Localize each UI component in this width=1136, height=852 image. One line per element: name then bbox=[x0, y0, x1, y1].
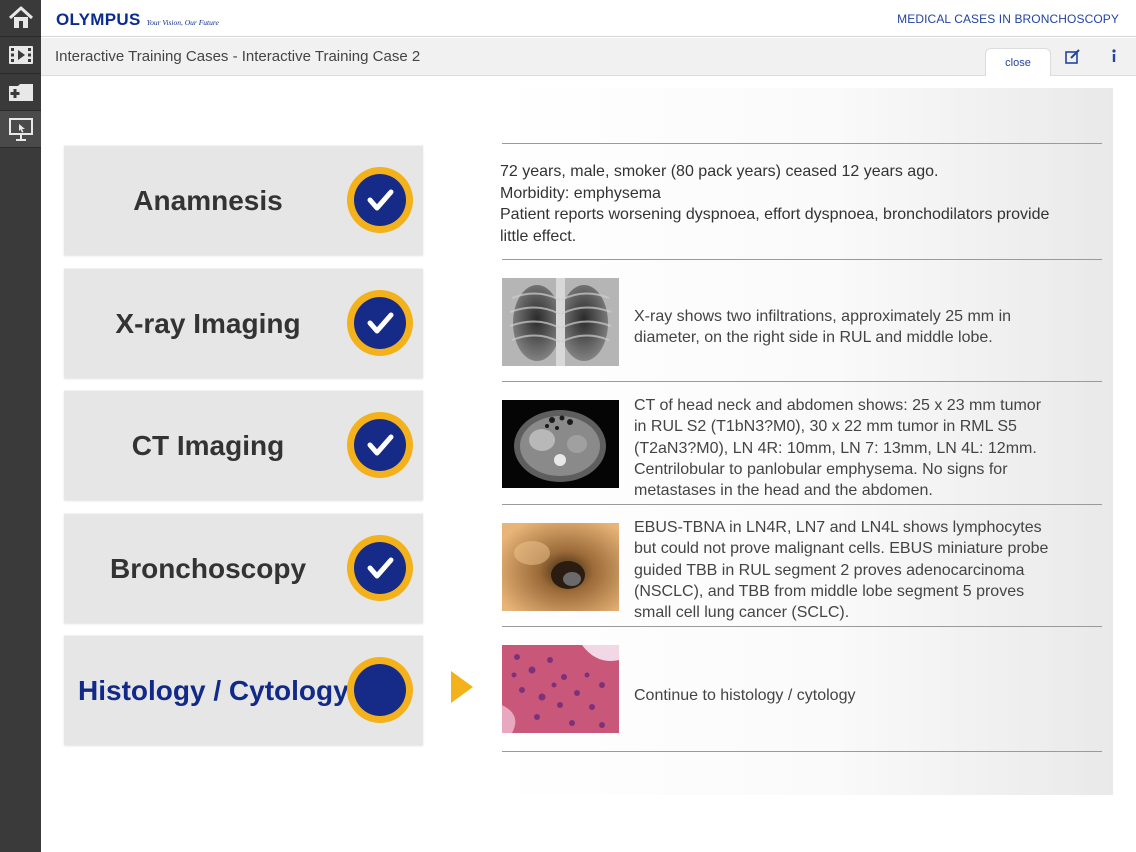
step-xray-imaging[interactable]: X-ray Imaging bbox=[64, 268, 423, 378]
app-title: MEDICAL CASES IN BRONCHOSCOPY bbox=[897, 12, 1119, 26]
anamnesis-line: Patient reports worsening dyspnoea, effo… bbox=[500, 206, 1050, 245]
breadcrumb: Interactive Training Cases - Interactive… bbox=[55, 48, 421, 65]
presentation-button[interactable] bbox=[0, 111, 41, 148]
add-folder-icon bbox=[8, 84, 33, 101]
logo-wordmark: OLYMPUS bbox=[56, 10, 141, 29]
step-label: CT Imaging bbox=[131, 430, 285, 461]
xray-description: X-ray shows two infiltrations, approxima… bbox=[634, 308, 1012, 347]
top-header: OLYMPUS Your Vision, Our Future MEDICAL … bbox=[41, 0, 1136, 37]
close-button[interactable]: close bbox=[985, 48, 1051, 76]
film-icon bbox=[8, 46, 33, 64]
divider bbox=[502, 381, 1102, 382]
bronchoscopy-description: EBUS-TBNA in LN4R, LN7 and LN4L shows ly… bbox=[634, 519, 1049, 622]
ct-description: CT of head neck and abdomen shows: 25 x … bbox=[634, 397, 1042, 500]
home-icon bbox=[8, 6, 33, 28]
divider bbox=[502, 751, 1102, 752]
histology-continue-link[interactable]: Continue to histology / cytology bbox=[634, 685, 1054, 706]
anamnesis-line: Morbidity: emphysema bbox=[500, 184, 661, 202]
edit-icon bbox=[1065, 49, 1080, 64]
anamnesis-line: 72 years, male, smoker (80 pack years) c… bbox=[500, 163, 939, 180]
logo-tagline: Your Vision, Our Future bbox=[146, 18, 219, 27]
divider bbox=[502, 504, 1102, 505]
sidebar bbox=[0, 0, 41, 852]
edit-button[interactable] bbox=[1064, 48, 1082, 66]
completed-check-icon bbox=[347, 535, 413, 601]
step-label: Bronchoscopy bbox=[109, 553, 307, 584]
completed-check-icon bbox=[347, 412, 413, 478]
olympus-logo: OLYMPUS Your Vision, Our Future bbox=[56, 10, 219, 30]
info-icon bbox=[1112, 49, 1116, 62]
anamnesis-text: 72 years, male, smoker (80 pack years) c… bbox=[500, 161, 1080, 247]
step-label: Histology / Cytology bbox=[78, 675, 349, 706]
step-ct-imaging[interactable]: CT Imaging bbox=[64, 390, 423, 500]
completed-check-icon bbox=[347, 167, 413, 233]
step-anamnesis[interactable]: Anamnesis bbox=[64, 145, 423, 255]
step-label: X-ray Imaging bbox=[115, 308, 301, 339]
divider bbox=[502, 143, 1102, 144]
home-button[interactable] bbox=[0, 0, 41, 37]
add-case-button[interactable] bbox=[0, 74, 41, 111]
divider bbox=[502, 626, 1102, 627]
videos-button[interactable] bbox=[0, 37, 41, 74]
subheader: Interactive Training Cases - Interactive… bbox=[41, 38, 1136, 76]
presentation-icon bbox=[8, 118, 33, 141]
current-step-arrow-icon bbox=[451, 671, 473, 703]
step-label: Anamnesis bbox=[133, 185, 283, 216]
divider bbox=[502, 259, 1102, 260]
completed-check-icon bbox=[347, 290, 413, 356]
chest-xray-image[interactable] bbox=[502, 278, 619, 366]
histology-image[interactable] bbox=[502, 645, 619, 733]
current-step-icon bbox=[347, 657, 413, 723]
ct-scan-image[interactable] bbox=[502, 400, 619, 488]
step-bronchoscopy[interactable]: Bronchoscopy bbox=[64, 513, 423, 623]
info-button[interactable] bbox=[1105, 47, 1123, 65]
case-content-panel: 72 years, male, smoker (80 pack years) c… bbox=[491, 88, 1113, 795]
bronchoscopy-image[interactable] bbox=[502, 523, 619, 611]
step-histology-cytology[interactable]: Histology / Cytology bbox=[64, 635, 423, 745]
